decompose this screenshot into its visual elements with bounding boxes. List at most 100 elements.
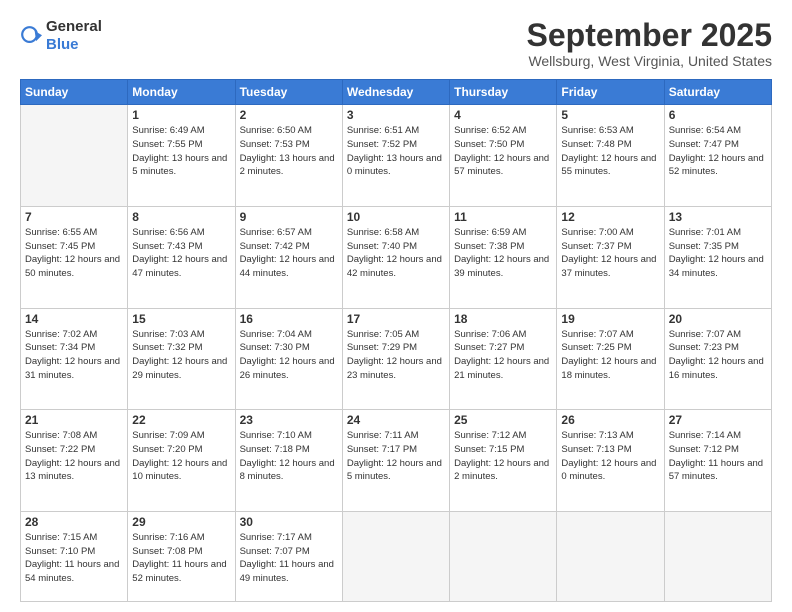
logo-text: General Blue [46,18,102,54]
day-number: 1 [132,108,230,122]
calendar-cell: 15 Sunrise: 7:03 AM Sunset: 7:32 PM Dayli… [128,308,235,410]
calendar-cell: 4 Sunrise: 6:52 AM Sunset: 7:50 PM Daylig… [450,105,557,207]
day-info: Sunrise: 6:51 AM Sunset: 7:52 PM Dayligh… [347,124,445,179]
day-number: 25 [454,413,552,427]
day-number: 26 [561,413,659,427]
location: Wellsburg, West Virginia, United States [527,53,772,69]
day-number: 24 [347,413,445,427]
col-thursday: Thursday [450,80,557,105]
day-number: 28 [25,515,123,529]
header: General Blue September 2025 Wellsburg, W… [20,18,772,69]
day-number: 9 [240,210,338,224]
title-block: September 2025 Wellsburg, West Virginia,… [527,18,772,69]
day-info: Sunrise: 7:06 AM Sunset: 7:27 PM Dayligh… [454,328,552,383]
day-info: Sunrise: 6:58 AM Sunset: 7:40 PM Dayligh… [347,226,445,281]
day-number: 17 [347,312,445,326]
calendar-row: 1 Sunrise: 6:49 AM Sunset: 7:55 PM Daylig… [21,105,772,207]
calendar-row: 14 Sunrise: 7:02 AM Sunset: 7:34 PM Dayli… [21,308,772,410]
calendar-cell: 28Sunrise: 7:15 AM Sunset: 7:10 PM Dayli… [21,511,128,601]
col-saturday: Saturday [664,80,771,105]
day-number: 2 [240,108,338,122]
calendar-cell: 20Sunrise: 7:07 AM Sunset: 7:23 PM Dayli… [664,308,771,410]
day-info: Sunrise: 7:10 AM Sunset: 7:18 PM Dayligh… [240,429,338,484]
calendar-header-row: Sunday Monday Tuesday Wednesday Thursday… [21,80,772,105]
calendar-cell: 1 Sunrise: 6:49 AM Sunset: 7:55 PM Daylig… [128,105,235,207]
day-info: Sunrise: 7:13 AM Sunset: 7:13 PM Dayligh… [561,429,659,484]
calendar-cell: 14 Sunrise: 7:02 AM Sunset: 7:34 PM Dayli… [21,308,128,410]
day-info: Sunrise: 7:01 AM Sunset: 7:35 PM Dayligh… [669,226,767,281]
day-number: 30 [240,515,338,529]
calendar-cell: 8 Sunrise: 6:56 AM Sunset: 7:43 PM Daylig… [128,206,235,308]
calendar-cell [342,511,449,601]
day-info: Sunrise: 7:12 AM Sunset: 7:15 PM Dayligh… [454,429,552,484]
logo-blue: Blue [46,36,79,53]
day-info: Sunrise: 7:00 AM Sunset: 7:37 PM Dayligh… [561,226,659,281]
day-number: 21 [25,413,123,427]
col-wednesday: Wednesday [342,80,449,105]
calendar-cell: 2 Sunrise: 6:50 AM Sunset: 7:53 PM Daylig… [235,105,342,207]
day-number: 11 [454,210,552,224]
calendar-cell: 17Sunrise: 7:05 AM Sunset: 7:29 PM Dayli… [342,308,449,410]
calendar-row: 28Sunrise: 7:15 AM Sunset: 7:10 PM Dayli… [21,511,772,601]
day-info: Sunrise: 6:54 AM Sunset: 7:47 PM Dayligh… [669,124,767,179]
calendar-cell [557,511,664,601]
day-number: 3 [347,108,445,122]
day-info: Sunrise: 6:52 AM Sunset: 7:50 PM Dayligh… [454,124,552,179]
calendar-cell [21,105,128,207]
page: General Blue September 2025 Wellsburg, W… [0,0,792,612]
calendar-cell [450,511,557,601]
calendar-row: 21 Sunrise: 7:08 AM Sunset: 7:22 PM Dayli… [21,410,772,512]
day-info: Sunrise: 6:53 AM Sunset: 7:48 PM Dayligh… [561,124,659,179]
day-info: Sunrise: 7:16 AM Sunset: 7:08 PM Dayligh… [132,531,230,586]
day-number: 23 [240,413,338,427]
day-number: 12 [561,210,659,224]
day-info: Sunrise: 6:49 AM Sunset: 7:55 PM Dayligh… [132,124,230,179]
logo: General Blue [20,18,102,54]
calendar-cell [664,511,771,601]
day-info: Sunrise: 6:50 AM Sunset: 7:53 PM Dayligh… [240,124,338,179]
day-info: Sunrise: 7:14 AM Sunset: 7:12 PM Dayligh… [669,429,767,484]
calendar-cell: 16Sunrise: 7:04 AM Sunset: 7:30 PM Dayli… [235,308,342,410]
calendar-cell: 25 Sunrise: 7:12 AM Sunset: 7:15 PM Dayli… [450,410,557,512]
day-number: 7 [25,210,123,224]
col-monday: Monday [128,80,235,105]
day-number: 10 [347,210,445,224]
calendar-cell: 19 Sunrise: 7:07 AM Sunset: 7:25 PM Dayli… [557,308,664,410]
day-info: Sunrise: 7:02 AM Sunset: 7:34 PM Dayligh… [25,328,123,383]
day-number: 16 [240,312,338,326]
day-number: 22 [132,413,230,427]
day-number: 14 [25,312,123,326]
calendar-row: 7 Sunrise: 6:55 AM Sunset: 7:45 PM Daylig… [21,206,772,308]
day-number: 19 [561,312,659,326]
day-info: Sunrise: 7:07 AM Sunset: 7:25 PM Dayligh… [561,328,659,383]
col-tuesday: Tuesday [235,80,342,105]
logo-general: General [46,18,102,35]
day-number: 27 [669,413,767,427]
logo-icon [20,25,42,47]
day-number: 15 [132,312,230,326]
calendar-cell: 5Sunrise: 6:53 AM Sunset: 7:48 PM Daylig… [557,105,664,207]
day-number: 4 [454,108,552,122]
day-info: Sunrise: 6:55 AM Sunset: 7:45 PM Dayligh… [25,226,123,281]
calendar-cell: 10 Sunrise: 6:58 AM Sunset: 7:40 PM Dayli… [342,206,449,308]
day-number: 13 [669,210,767,224]
calendar-cell: 22 Sunrise: 7:09 AM Sunset: 7:20 PM Dayli… [128,410,235,512]
day-info: Sunrise: 6:59 AM Sunset: 7:38 PM Dayligh… [454,226,552,281]
day-number: 29 [132,515,230,529]
calendar-cell: 23 Sunrise: 7:10 AM Sunset: 7:18 PM Dayli… [235,410,342,512]
calendar-cell: 18Sunrise: 7:06 AM Sunset: 7:27 PM Dayli… [450,308,557,410]
calendar-cell: 27 Sunrise: 7:14 AM Sunset: 7:12 PM Dayli… [664,410,771,512]
col-sunday: Sunday [21,80,128,105]
calendar-cell: 26 Sunrise: 7:13 AM Sunset: 7:13 PM Dayli… [557,410,664,512]
day-info: Sunrise: 7:08 AM Sunset: 7:22 PM Dayligh… [25,429,123,484]
day-info: Sunrise: 7:03 AM Sunset: 7:32 PM Dayligh… [132,328,230,383]
day-number: 8 [132,210,230,224]
calendar-cell: 12 Sunrise: 7:00 AM Sunset: 7:37 PM Dayli… [557,206,664,308]
col-friday: Friday [557,80,664,105]
calendar-cell: 3 Sunrise: 6:51 AM Sunset: 7:52 PM Daylig… [342,105,449,207]
day-info: Sunrise: 7:09 AM Sunset: 7:20 PM Dayligh… [132,429,230,484]
calendar-cell: 30Sunrise: 7:17 AM Sunset: 7:07 PM Dayli… [235,511,342,601]
day-info: Sunrise: 6:57 AM Sunset: 7:42 PM Dayligh… [240,226,338,281]
day-info: Sunrise: 6:56 AM Sunset: 7:43 PM Dayligh… [132,226,230,281]
calendar-table: Sunday Monday Tuesday Wednesday Thursday… [20,79,772,602]
